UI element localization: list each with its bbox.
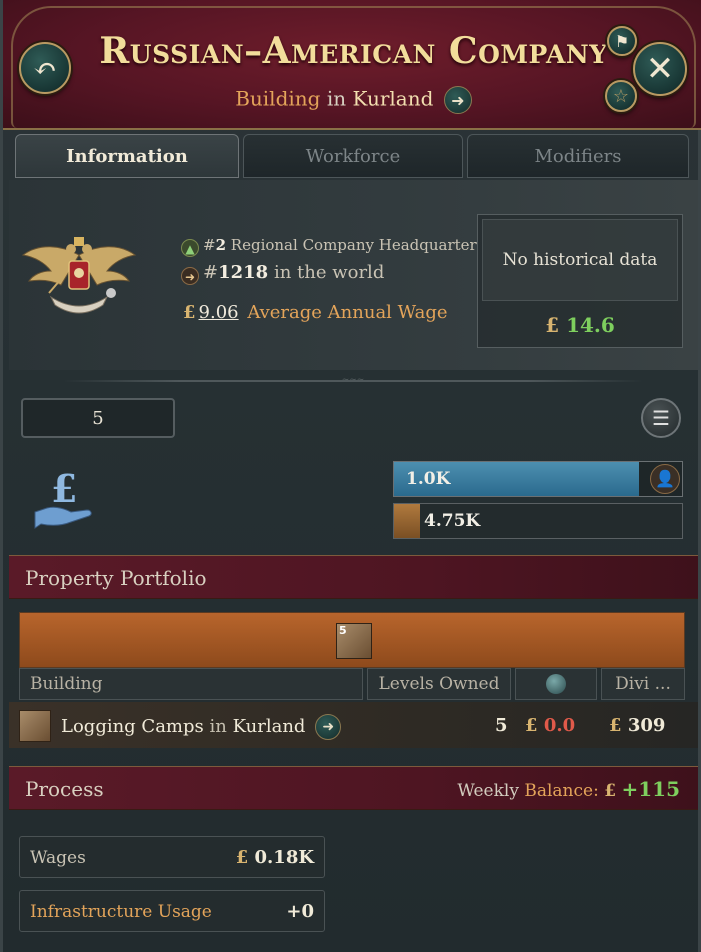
rank-regional-number: 2 <box>215 236 227 254</box>
row-productivity: £ 0.0 <box>525 715 575 736</box>
close-button[interactable]: ✕ <box>633 42 687 96</box>
table-row[interactable]: Logging Camps in Kurland ➜ 5 £ 0.0 £ 309 <box>9 702 698 748</box>
tab-bar: Information Workforce Modifiers <box>15 134 695 180</box>
cash-reserve-bar[interactable]: 1.0K 👤 <box>393 461 683 497</box>
signpost-icon: ⚑ <box>614 31 630 51</box>
history-value: £ 14.6 <box>478 313 682 337</box>
column-header-levels-owned[interactable]: Levels Owned <box>367 668 511 700</box>
wages-label: Wages <box>30 848 86 868</box>
history-box: No historical data £ 14.6 <box>477 214 683 348</box>
portfolio-title: Property Portfolio <box>25 566 207 590</box>
svg-text:£: £ <box>51 466 77 511</box>
portfolio-icon-count: 5 <box>339 624 347 637</box>
pound-icon: £ <box>235 847 249 868</box>
pop-person-icon: 👤 <box>650 464 680 494</box>
infrastructure-label: Infrastructure Usage <box>30 902 212 922</box>
arrow-right-icon: ➜ <box>322 719 335 735</box>
row-levels: 5 <box>495 715 508 736</box>
pound-icon: £ <box>525 715 538 736</box>
pound-icon: £ <box>183 302 196 323</box>
regional-rank: ▲ #2 Regional Company Headquarter <box>181 236 477 257</box>
portfolio-bar: 5 <box>19 612 685 668</box>
column-header-dividends[interactable]: Divi ... <box>601 668 685 700</box>
close-icon: ✕ <box>645 49 675 89</box>
pound-icon: £ <box>545 313 560 337</box>
wages-value-number: 0.18K <box>254 847 314 868</box>
rank-world-prefix: # <box>203 262 219 283</box>
rank-world-number: 1218 <box>218 262 269 283</box>
history-value-number: 14.6 <box>566 313 615 337</box>
investment-fill <box>394 504 420 538</box>
pound-icon: £ <box>604 781 617 801</box>
infrastructure-value: +0 <box>286 901 314 922</box>
logging-camp-icon[interactable]: 5 <box>336 623 372 659</box>
productivity-icon <box>546 674 566 694</box>
average-wage: £9.06 Average Annual Wage <box>183 302 448 323</box>
row-dividend-value: 309 <box>627 715 666 736</box>
wage-label: Average Annual Wage <box>247 302 448 323</box>
rank-world-text: in the world <box>273 262 385 283</box>
row-building[interactable]: Logging Camps <box>61 716 204 737</box>
process-title: Process <box>25 777 104 801</box>
arrow-right-icon: ➜ <box>181 267 199 285</box>
column-header-productivity[interactable] <box>515 668 597 700</box>
levels-field[interactable]: 5 <box>21 398 175 438</box>
tab-modifiers[interactable]: Modifiers <box>467 134 689 178</box>
hamburger-icon: ☰ <box>652 406 670 430</box>
cash-reserve-label: 1.0K <box>406 469 451 489</box>
rank-regional-text: Regional Company Headquarter <box>230 236 477 254</box>
arrow-right-icon: ➜ <box>451 90 465 110</box>
double-headed-eagle-crest-icon <box>21 237 137 314</box>
wage-value[interactable]: 9.06 <box>199 302 239 323</box>
row-in: in <box>209 716 227 737</box>
company-panel: Russian–American Company Building in Kur… <box>0 0 701 952</box>
favorite-button[interactable]: ☆ <box>605 80 637 112</box>
wages-stat[interactable]: Wages £ 0.18K <box>19 836 325 878</box>
star-icon: ☆ <box>612 85 630 107</box>
rank-regional-prefix: # <box>203 236 216 254</box>
subtitle-type: Building <box>235 86 321 111</box>
row-location[interactable]: Kurland <box>233 716 306 737</box>
row-building-name: Logging Camps in Kurland ➜ <box>61 714 342 740</box>
tab-workforce[interactable]: Workforce <box>243 134 463 178</box>
infrastructure-stat[interactable]: Infrastructure Usage +0 <box>19 890 325 932</box>
divider-ornament: ~~~ <box>341 375 365 385</box>
weekly-value: +115 <box>621 777 680 801</box>
company-subtitle: Building in Kurland ➜ <box>3 86 701 114</box>
logging-camp-icon <box>19 710 51 742</box>
row-productivity-value: 0.0 <box>543 715 576 736</box>
goto-location-button[interactable]: ➜ <box>443 86 472 114</box>
weekly-label: Balance: <box>524 781 599 801</box>
subtitle-in: in <box>326 86 347 111</box>
row-dividends: £ 309 <box>609 715 665 736</box>
pound-icon: £ <box>609 715 622 736</box>
investment-bar[interactable]: 4.75K <box>393 503 683 539</box>
tab-information[interactable]: Information <box>15 134 239 178</box>
menu-button[interactable]: ☰ <box>641 398 681 438</box>
column-header-building[interactable]: Building <box>19 668 363 700</box>
subtitle-location-link[interactable]: Kurland <box>352 87 433 111</box>
portfolio-header: Property Portfolio <box>9 555 698 599</box>
undo-arrow-icon: ↶ <box>33 51 57 85</box>
goto-building-button[interactable]: ➜ <box>315 714 342 740</box>
world-rank: ➜ #1218 in the world <box>181 262 384 285</box>
pound-hand-icon: £ <box>34 466 92 529</box>
back-button[interactable]: ↶ <box>19 42 71 94</box>
pin-button[interactable]: ⚑ <box>607 26 637 56</box>
process-header: Process Weekly Balance: £ +115 <box>9 766 698 810</box>
history-chart-placeholder: No historical data <box>482 219 678 301</box>
weekly-prefix: Weekly <box>457 781 519 801</box>
investment-label: 4.75K <box>424 511 481 531</box>
weekly-balance: Weekly Balance: £ +115 <box>457 777 680 801</box>
company-title: Russian–American Company <box>99 30 608 72</box>
panel-header: Russian–American Company Building in Kur… <box>3 0 701 130</box>
arrow-up-icon: ▲ <box>181 239 199 257</box>
wages-value: £ 0.18K <box>236 847 314 868</box>
